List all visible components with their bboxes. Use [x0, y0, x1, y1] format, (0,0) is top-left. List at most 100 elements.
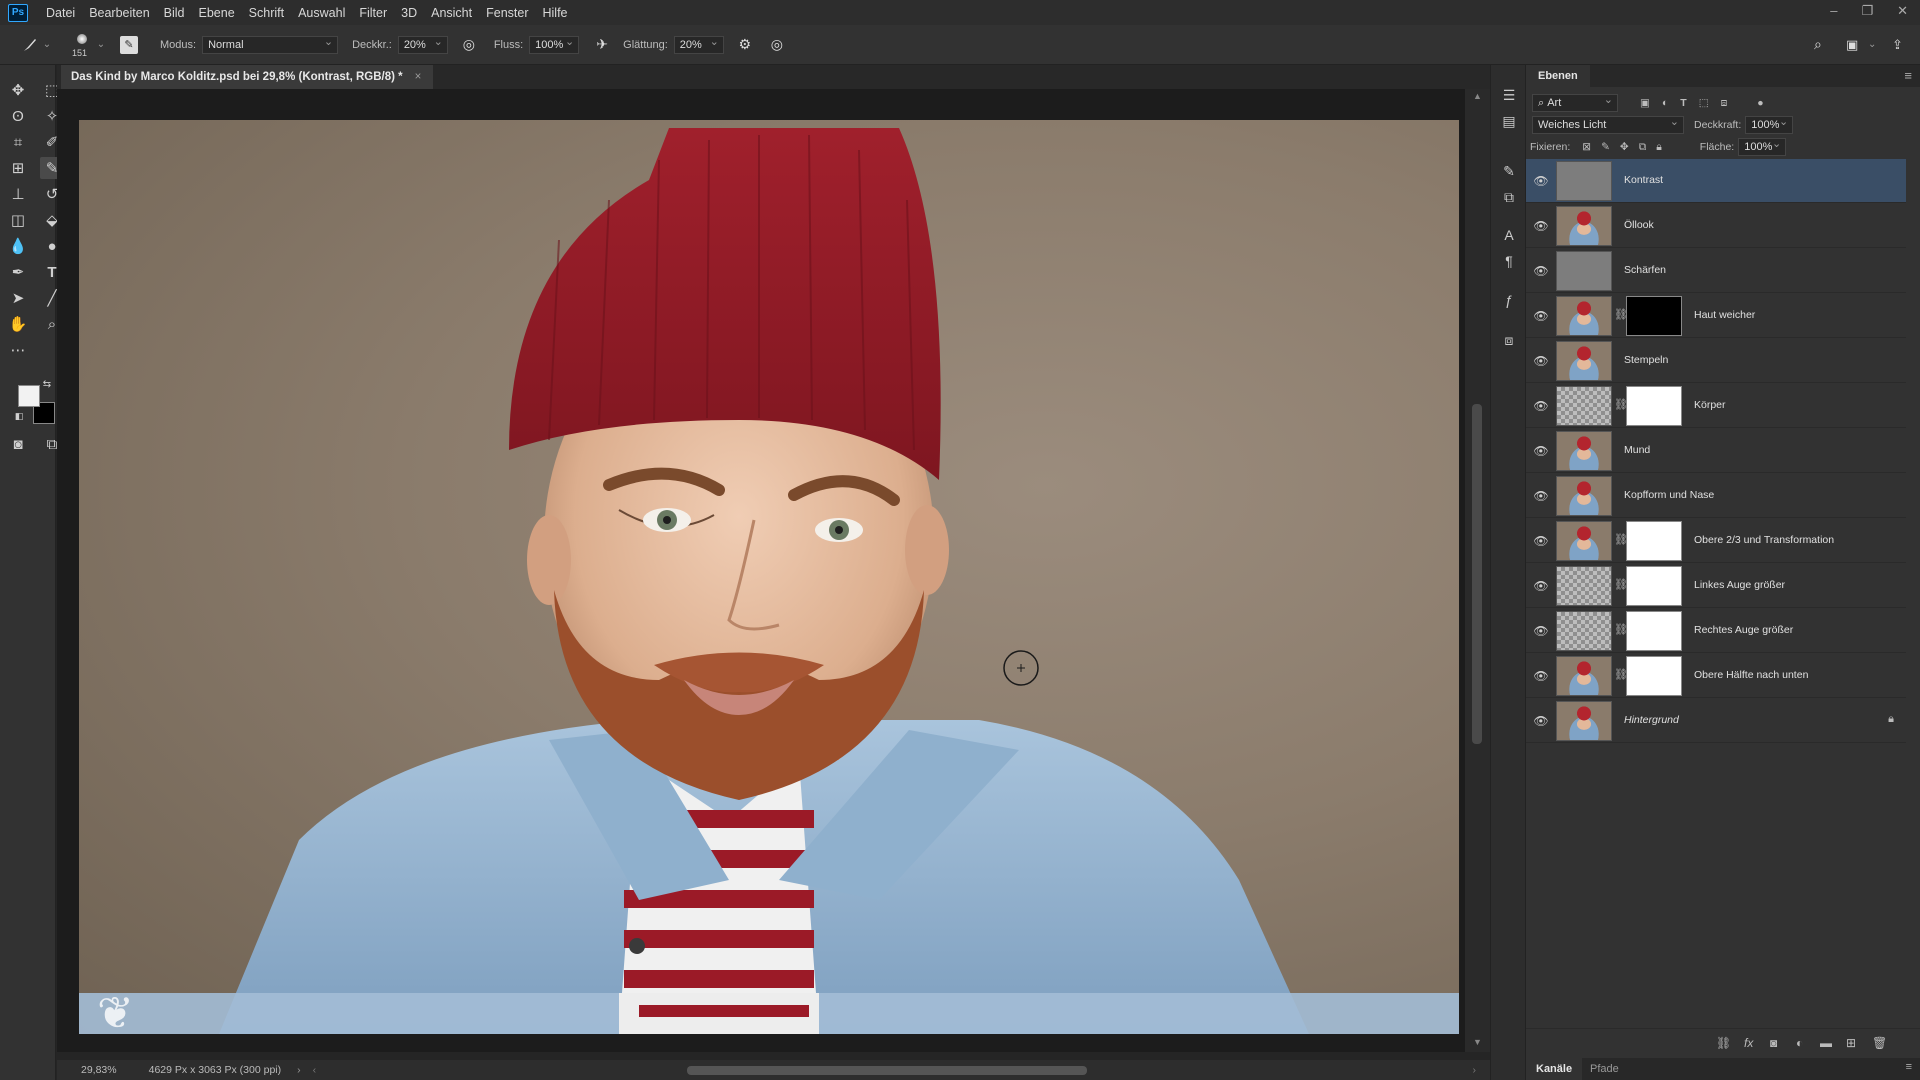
status-menu-icon[interactable]: › [297, 1064, 301, 1076]
search-icon[interactable]: ⌕ [1814, 36, 1822, 53]
brush-size-picker[interactable]: 151 [72, 30, 94, 60]
layer-row-mund[interactable]: 👁︎ Mund [1526, 429, 1906, 473]
smoothing-settings-icon[interactable]: ⚙ [736, 36, 754, 53]
layer-filter-dropdown[interactable]: ⌕ Art [1532, 93, 1618, 112]
menu-filter[interactable]: Filter [359, 6, 387, 20]
vertical-scroll-thumb[interactable] [1472, 404, 1482, 744]
lock-position-icon[interactable]: ✥ [1620, 141, 1629, 153]
scroll-left-icon[interactable]: ‹ [313, 1064, 317, 1076]
layer-mask-thumbnail[interactable] [1626, 656, 1682, 696]
layer-mask-thumbnail[interactable] [1626, 611, 1682, 651]
opacity-field[interactable]: 100% [1745, 115, 1794, 134]
zoom-level[interactable]: 29,83% [81, 1064, 117, 1076]
visibility-eye-icon[interactable]: 👁︎ [1533, 624, 1548, 638]
layer-row-stempeln[interactable]: 👁︎ Stempeln [1526, 339, 1906, 383]
scroll-down-icon[interactable]: ▼ [1473, 1037, 1482, 1047]
hand-tool-icon[interactable]: ✋ [6, 313, 30, 335]
menu-auswahl[interactable]: Auswahl [298, 6, 345, 20]
menu-hilfe[interactable]: Hilfe [543, 6, 568, 20]
visibility-eye-icon[interactable]: 👁︎ [1533, 489, 1548, 503]
visibility-eye-icon[interactable]: 👁︎ [1533, 714, 1548, 728]
document-tab[interactable]: Das Kind by Marco Kolditz.psd bei 29,8% … [61, 65, 434, 89]
eraser-icon[interactable]: ◫ [6, 209, 30, 231]
tool-preset-dropdown-icon[interactable]: ⌄ [40, 39, 54, 50]
visibility-eye-icon[interactable]: 👁︎ [1533, 534, 1548, 548]
layer-style-icon[interactable]: fx [1744, 1036, 1753, 1050]
menu-ebene[interactable]: Ebene [199, 6, 235, 20]
visibility-eye-icon[interactable]: 👁︎ [1533, 174, 1548, 188]
visibility-eye-icon[interactable]: 👁︎ [1533, 399, 1548, 413]
character-icon[interactable]: A [1499, 225, 1519, 245]
brush-settings-icon[interactable]: ✎ [120, 35, 138, 54]
layer-row-kopfform[interactable]: 👁︎ Kopfform und Nase [1526, 474, 1906, 518]
default-colors-icon[interactable]: ◧ [13, 410, 25, 422]
path-selection-icon[interactable]: ➤ [6, 287, 30, 309]
pressure-opacity-icon[interactable]: ◎ [460, 36, 478, 53]
lock-all-icon[interactable]: 🔒︎ [1656, 141, 1662, 154]
layer-mask-thumbnail[interactable] [1626, 566, 1682, 606]
workspace-dropdown-icon[interactable]: ⌄ [1868, 39, 1876, 50]
bottom-panel-menu-icon[interactable]: ≡ [1906, 1061, 1912, 1073]
airbrush-icon[interactable]: ✈ [593, 36, 611, 53]
layer-lock-icon[interactable]: 🔒︎ [1888, 713, 1894, 726]
properties-icon[interactable]: ☰ [1499, 85, 1519, 105]
horizontal-scroll-thumb[interactable] [687, 1066, 1087, 1075]
menu-fenster[interactable]: Fenster [486, 6, 528, 20]
blur-tool-icon[interactable]: 💧 [6, 235, 30, 257]
new-layer-icon[interactable]: ⊞ [1846, 1036, 1856, 1050]
tab-ebenen[interactable]: Ebenen [1526, 65, 1590, 87]
crop-tool-icon[interactable]: ⌗ [6, 131, 30, 153]
close-window-icon[interactable]: ✕ [1897, 3, 1908, 19]
layer-row-obere-23[interactable]: 👁︎ ⛓ Obere 2/3 und Transformation [1526, 519, 1906, 563]
libraries-icon[interactable]: ⧈ [1499, 330, 1519, 350]
visibility-eye-icon[interactable]: 👁︎ [1533, 264, 1548, 278]
pen-tool-icon[interactable]: ✒ [6, 261, 30, 283]
menu-schrift[interactable]: Schrift [249, 6, 284, 20]
visibility-eye-icon[interactable]: 👁︎ [1533, 669, 1548, 683]
lock-transparency-icon[interactable]: ⊠ [1582, 141, 1591, 153]
canvas-area[interactable]: ❦ [57, 89, 1465, 1052]
visibility-eye-icon[interactable]: 👁︎ [1533, 309, 1548, 323]
menu-datei[interactable]: Datei [46, 6, 75, 20]
layer-row-rechtes-auge[interactable]: 👁︎ ⛓ Rechtes Auge größer [1526, 609, 1906, 653]
close-document-icon[interactable]: × [415, 71, 422, 83]
layer-mask-thumbnail[interactable] [1626, 296, 1682, 336]
filter-pixel-icon[interactable]: ▣ [1640, 97, 1650, 109]
panel-menu-icon[interactable]: ≡ [1904, 68, 1912, 83]
glaettung-field[interactable]: 20% [673, 35, 724, 54]
layer-row-schaerfen[interactable]: 👁︎ Schärfen [1526, 249, 1906, 293]
filter-adjustment-icon[interactable]: ◐ [1662, 97, 1668, 109]
modus-dropdown[interactable]: Normal [202, 35, 339, 54]
restore-icon[interactable]: ❐ [1861, 3, 1873, 19]
layer-row-linkes-auge[interactable]: 👁︎ ⛓ Linkes Auge größer [1526, 564, 1906, 608]
layer-row-koerper[interactable]: 👁︎ ⛓ Körper [1526, 384, 1906, 428]
paragraph-icon[interactable]: ¶ [1499, 251, 1519, 271]
new-group-icon[interactable]: ▬ [1820, 1036, 1832, 1050]
fill-field[interactable]: 100% [1738, 137, 1787, 156]
lock-image-icon[interactable]: ✎ [1601, 141, 1610, 153]
quick-mask-icon[interactable]: ◙ [6, 433, 30, 455]
new-adjustment-icon[interactable]: ◐ [1796, 1036, 1803, 1050]
move-tool-icon[interactable]: ✥ [6, 79, 30, 101]
link-layers-icon[interactable]: ⛓ [1716, 1036, 1731, 1050]
menu-3d[interactable]: 3D [401, 6, 417, 20]
minimize-icon[interactable]: – [1830, 3, 1837, 19]
menu-bild[interactable]: Bild [164, 6, 185, 20]
vertical-scrollbar[interactable]: ▲ ▼ [1465, 89, 1490, 1052]
filter-type-icon[interactable]: T [1680, 97, 1686, 109]
menu-ansicht[interactable]: Ansicht [431, 6, 472, 20]
lock-artboard-icon[interactable]: ⧉ [1639, 141, 1647, 154]
histogram-icon[interactable]: ▤ [1499, 111, 1519, 131]
filter-smartobject-icon[interactable]: ⧈ [1721, 97, 1728, 110]
add-mask-icon[interactable]: ◙ [1770, 1036, 1777, 1050]
layer-row-obere-haelfte[interactable]: 👁︎ ⛓ Obere Hälfte nach unten [1526, 654, 1906, 698]
filter-shape-icon[interactable]: ⬚ [1699, 97, 1709, 109]
blend-mode-dropdown[interactable]: Weiches Licht [1532, 115, 1684, 134]
brush-settings-panel-icon[interactable]: ✎ [1499, 161, 1519, 181]
scroll-up-icon[interactable]: ▲ [1473, 91, 1482, 101]
workspace-icon[interactable]: ▣ [1846, 37, 1858, 53]
share-icon[interactable]: ⇪ [1892, 37, 1903, 53]
tab-pfade[interactable]: Pfade [1580, 1058, 1629, 1080]
tab-kanaele[interactable]: Kanäle [1526, 1058, 1583, 1080]
layer-mask-thumbnail[interactable] [1626, 521, 1682, 561]
